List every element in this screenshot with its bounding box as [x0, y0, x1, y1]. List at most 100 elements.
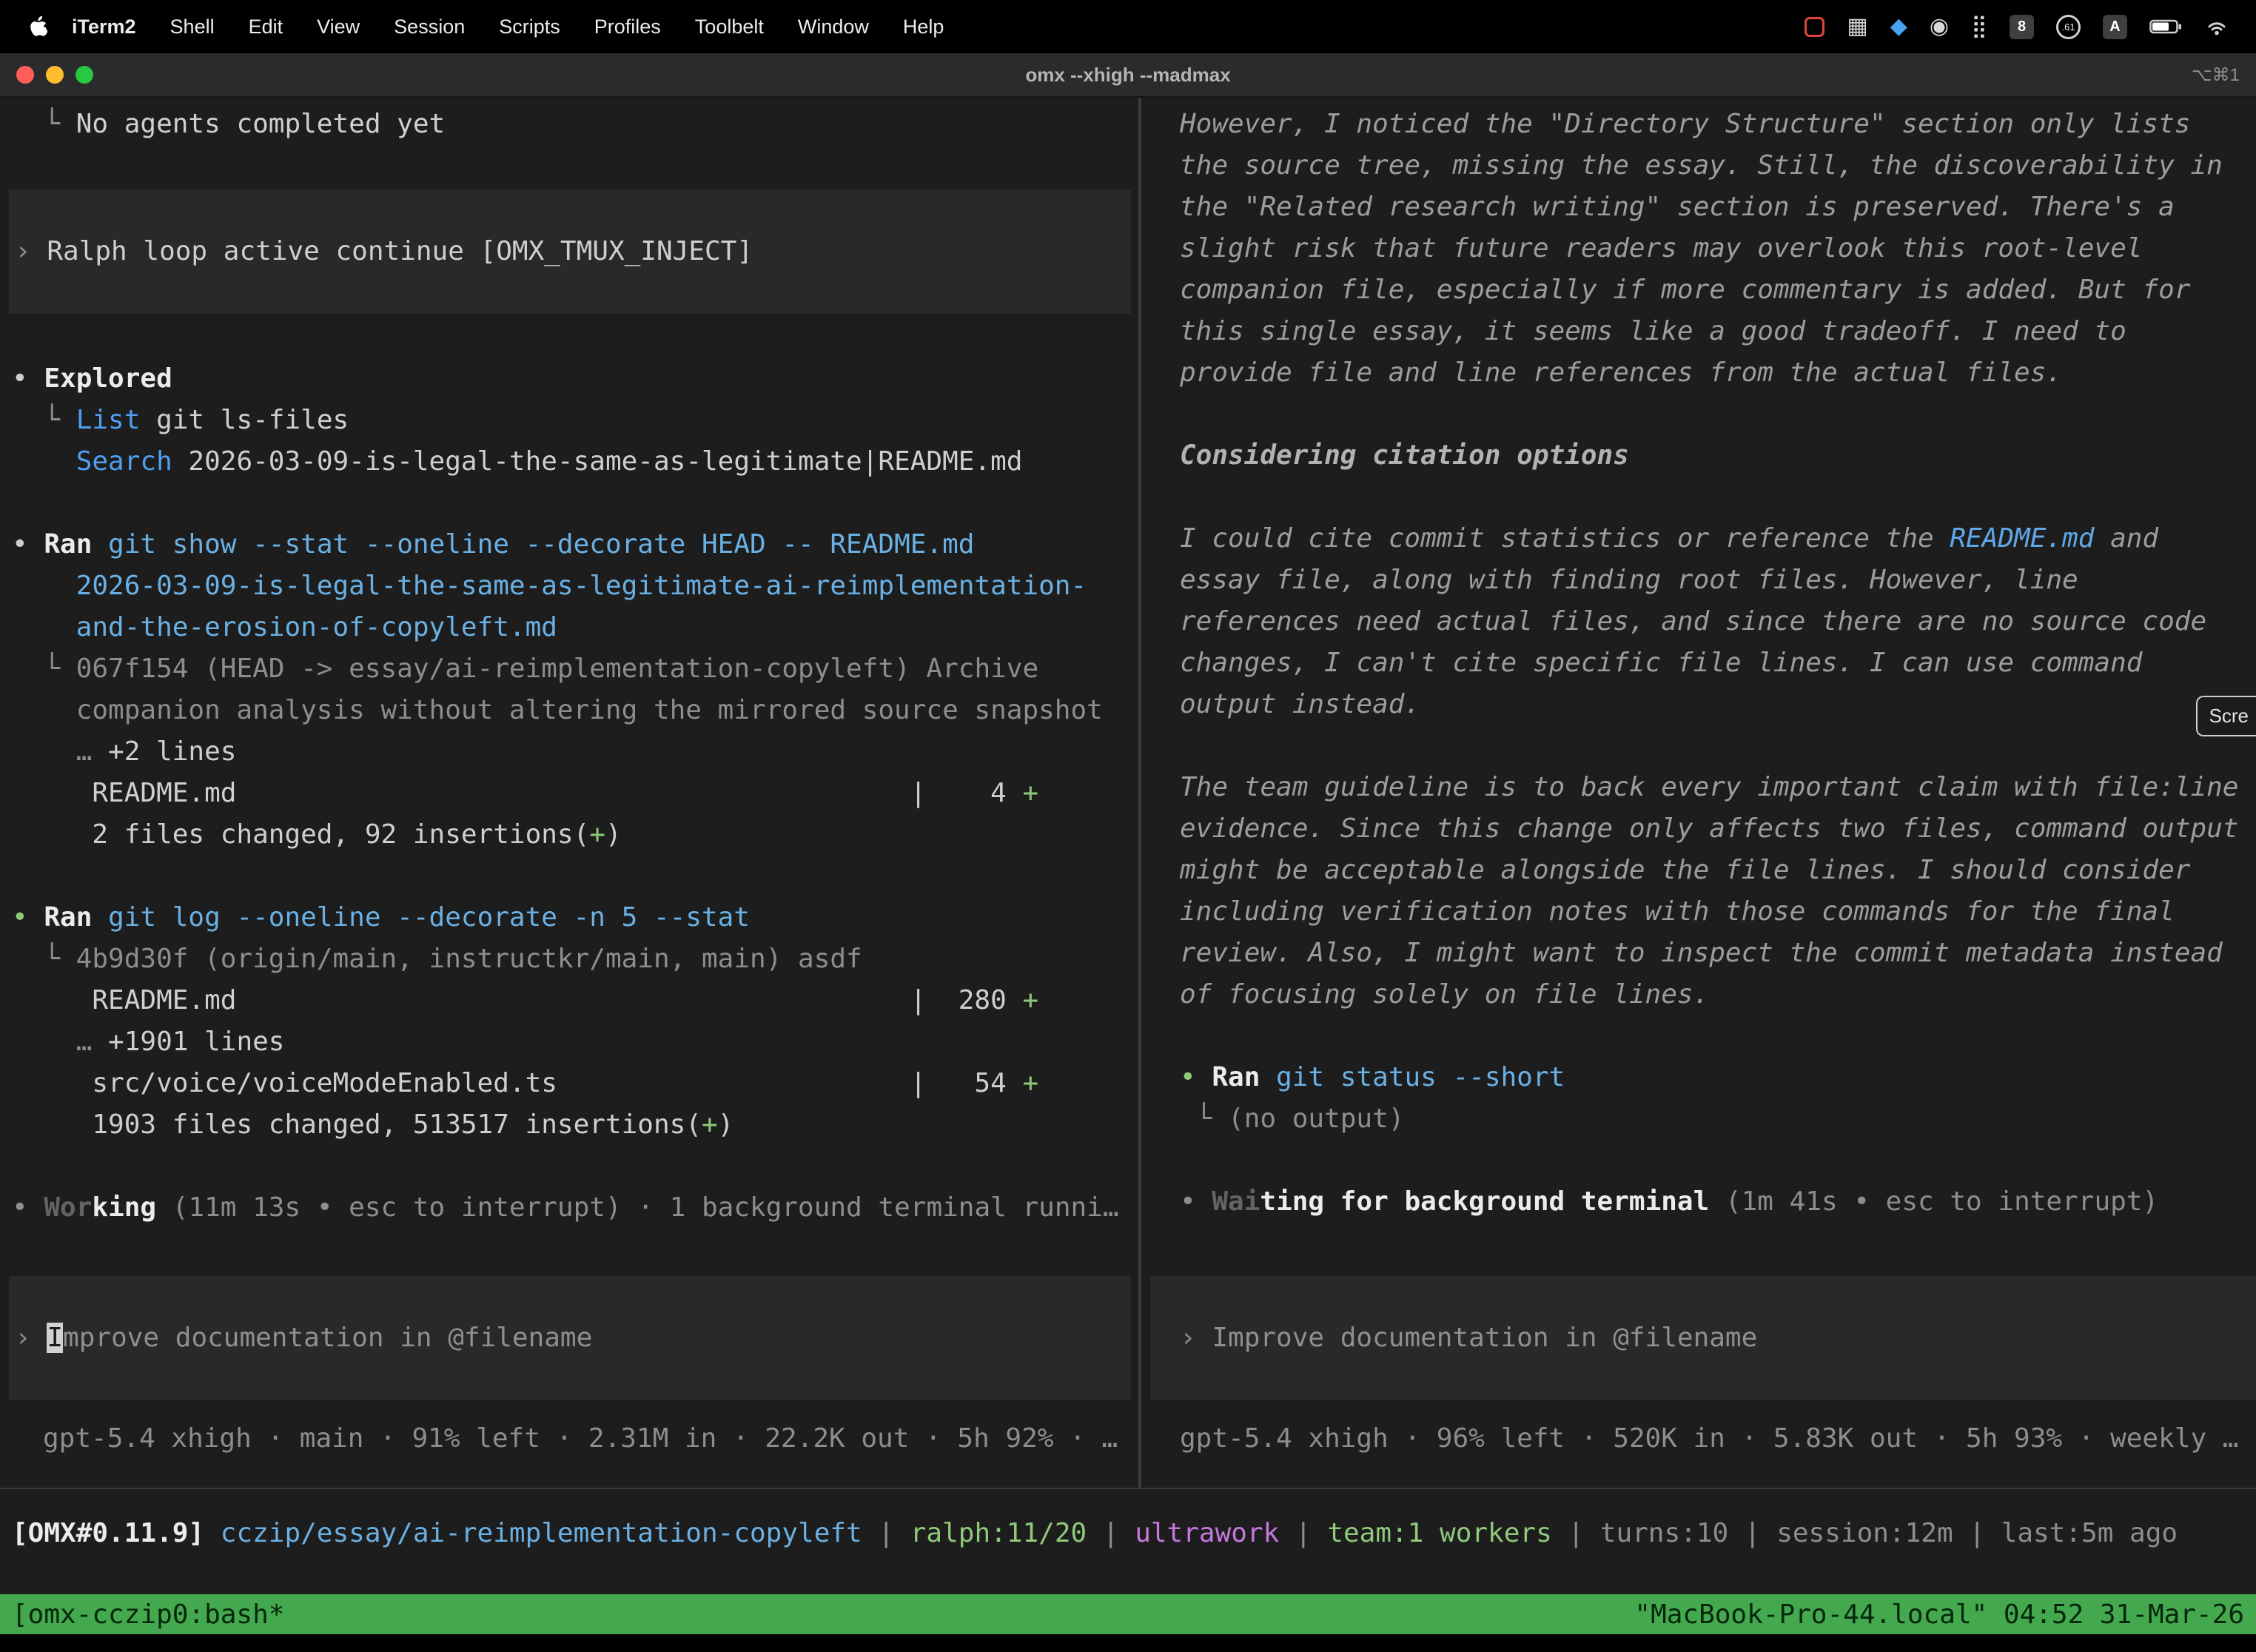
terminal-text-segment: 1903 files changed, 513517 insertions(	[12, 1109, 702, 1140]
terminal-line: Search 2026-03-09-is-legal-the-same-as-l…	[12, 441, 1138, 483]
terminal-line	[1180, 725, 2256, 767]
terminal-line: └ List git ls-files	[12, 400, 1138, 441]
keyboard-8-icon[interactable]: 8	[2010, 15, 2034, 39]
battery-icon[interactable]	[2149, 19, 2182, 35]
terminal-text-segment: Improve documentation in @filename	[1212, 1323, 1757, 1353]
terminal-text-segment: including verification notes with those …	[1180, 896, 2175, 927]
terminal-text-segment: •	[12, 363, 44, 394]
menu-item-profiles[interactable]: Profiles	[577, 16, 678, 38]
terminal-text-segment: Ran	[1212, 1062, 1260, 1092]
menu-item-help[interactable]: Help	[886, 16, 961, 38]
menu-item-window[interactable]: Window	[781, 16, 886, 38]
raycast-icon[interactable]: ◆	[1890, 16, 1907, 38]
terminal-text-segment: I	[47, 1323, 63, 1353]
terminal-line: • Ran git status --short	[1180, 1057, 2256, 1098]
terminal-line: • Ran git show --stat --oneline --decora…	[12, 524, 1138, 565]
terminal-text-segment: might be acceptable alongside the file l…	[1180, 855, 2190, 885]
prompt-input-right[interactable]: › Improve documentation in @filename	[1150, 1276, 2256, 1400]
terminal-text-segment: references need actual files, and since …	[1180, 606, 2206, 637]
terminal-text-segment: |	[1087, 1518, 1135, 1548]
terminal-text-segment: 2026-03-09-is-legal-the-same-as-legitima…	[172, 446, 1023, 477]
terminal-text-segment: mprove documentation in @filename	[63, 1323, 592, 1353]
terminal-line: essay file, along with finding root file…	[1180, 560, 2256, 601]
terminal-text-segment: turns:10	[1600, 1518, 1728, 1548]
terminal-line: of focusing solely on file lines.	[1180, 974, 2256, 1015]
terminal-line: 1903 files changed, 513517 insertions(+)	[12, 1104, 1138, 1146]
left-pane[interactable]: └ No agents completed yet › Ralph loop a…	[0, 98, 1138, 1488]
terminal-text-segment: this single essay, it seems like a good …	[1180, 316, 2126, 346]
terminal-text-segment: [OMX#0.11.9]	[12, 1518, 221, 1548]
window-shortcut-hint: ⌥⌘1	[2192, 64, 2256, 86]
menubar-status-icons: ▦ ◆ ◉ ⣿ 8 .61 A	[1805, 15, 2238, 39]
terminal-line: • Waiting for background terminal (1m 41…	[1180, 1181, 2256, 1223]
wifi-icon[interactable]	[2204, 17, 2229, 36]
terminal-text-segment: ›	[1180, 1323, 1212, 1353]
menu-item-scripts[interactable]: Scripts	[482, 16, 577, 38]
terminal-line: companion file, especially if more comme…	[1180, 269, 2256, 311]
menu-item-view[interactable]: View	[300, 16, 377, 38]
menu-item-shell[interactable]: Shell	[153, 16, 232, 38]
terminal-text-segment: However, I noticed the "Directory Struct…	[1180, 109, 2190, 139]
menu-item-session[interactable]: Session	[377, 16, 482, 38]
menubar: iTerm2ShellEditViewSessionScriptsProfile…	[0, 0, 2256, 53]
menu-item-toolbelt[interactable]: Toolbelt	[678, 16, 781, 38]
terminal-text-segment: king	[92, 1192, 156, 1223]
menu-items: iTerm2ShellEditViewSessionScriptsProfile…	[55, 16, 961, 38]
terminal-line	[1180, 1015, 2256, 1057]
screen-recording-icon[interactable]	[1805, 17, 1824, 37]
omx-status-line: [OMX#0.11.9] cczip/essay/ai-reimplementa…	[12, 1513, 2256, 1554]
terminal-text-segment: git status --short	[1260, 1062, 1565, 1092]
terminal-line	[1180, 394, 2256, 435]
terminal-line: • Explored	[12, 358, 1138, 400]
terminal-line	[1180, 1140, 2256, 1181]
titlebar[interactable]: omx --xhigh --madmax ⌥⌘1	[0, 53, 2256, 98]
camera-app-icon[interactable]: ◉	[1930, 16, 1949, 38]
terminal-line: └ No agents completed yet	[12, 104, 1138, 145]
terminal-text-segment: ultrawork	[1135, 1518, 1279, 1548]
battery-gauge-icon[interactable]: .61	[2056, 15, 2081, 39]
terminal-text-segment: git show --stat --oneline --decorate HEA…	[92, 529, 974, 560]
window-tiling-icon[interactable]: ▦	[1847, 16, 1867, 38]
terminal-text-segment: )	[605, 819, 622, 850]
terminal-text-segment: git log --oneline --decorate -n 5 --stat	[92, 902, 750, 933]
prompt-input-left[interactable]: › Improve documentation in @filename	[9, 1276, 1131, 1400]
terminal-line: the source tree, missing the essay. Stil…	[1180, 145, 2256, 187]
tmux-session-window[interactable]: [omx-cczip0:bash*	[12, 1599, 284, 1630]
terminal-text-segment: +	[702, 1109, 718, 1140]
terminal-text-segment: ›	[15, 236, 47, 266]
terminal-text-segment: changes, I can't cite specific file line…	[1180, 648, 2142, 678]
terminal-line: … +2 lines	[12, 731, 1138, 773]
apple-menu-icon[interactable]	[28, 16, 47, 38]
window-title: omx --xhigh --madmax	[0, 64, 2256, 87]
terminal-text-segment: ting for background terminal	[1260, 1186, 1709, 1217]
terminal-text-segment: of focusing solely on file lines.	[1180, 979, 1709, 1010]
terminal-text-segment: last:5m ago	[2001, 1518, 2178, 1548]
terminal-line: README.md | 280 +	[12, 980, 1138, 1021]
menu-item-edit[interactable]: Edit	[232, 16, 301, 38]
input-source-icon[interactable]: A	[2103, 15, 2127, 39]
app-switcher-icon[interactable]: ⣿	[1971, 16, 1987, 38]
terminal-text-segment: •	[1180, 1062, 1212, 1092]
terminal-text-segment: …	[12, 736, 108, 767]
terminal-text-segment: · 1 background terminal runni…	[622, 1192, 1119, 1223]
terminal-text-segment: team:1 workers	[1327, 1518, 1551, 1548]
screen-share-button[interactable]: Scre	[2196, 696, 2256, 736]
terminal-line	[12, 1146, 1138, 1187]
terminal-text-segment: and-the-erosion-of-copyleft.md	[12, 612, 557, 642]
terminal-line: › Ralph loop active continue [OMX_TMUX_I…	[15, 231, 1131, 272]
terminal-line: └ 4b9d30f (origin/main, instructkr/main,…	[12, 939, 1138, 980]
terminal-text-segment: └	[12, 654, 76, 684]
left-pane-transcript: • Explored └ List git ls-files Search 20…	[12, 358, 1138, 1229]
terminal-line: might be acceptable alongside the file l…	[1180, 850, 2256, 891]
terminal-text-segment: List	[76, 405, 141, 435]
terminal-text-segment: the source tree, missing the essay. Stil…	[1180, 150, 2223, 181]
terminal-line: changes, I can't cite specific file line…	[1180, 642, 2256, 684]
menu-item-iterm2[interactable]: iTerm2	[55, 16, 153, 38]
terminal-line: references need actual files, and since …	[1180, 601, 2256, 642]
tmux-host-datetime: "MacBook-Pro-44.local" 04:52 31-Mar-26	[1634, 1599, 2244, 1630]
terminal-text-segment: provide file and line references from th…	[1180, 357, 2062, 388]
terminal-line: • Working (11m 13s • esc to interrupt) ·…	[12, 1187, 1138, 1229]
right-pane[interactable]: However, I noticed the "Directory Struct…	[1141, 98, 2256, 1488]
terminal-line: └ 067f154 (HEAD -> essay/ai-reimplementa…	[12, 648, 1138, 690]
terminal-text-segment: |	[862, 1518, 910, 1548]
